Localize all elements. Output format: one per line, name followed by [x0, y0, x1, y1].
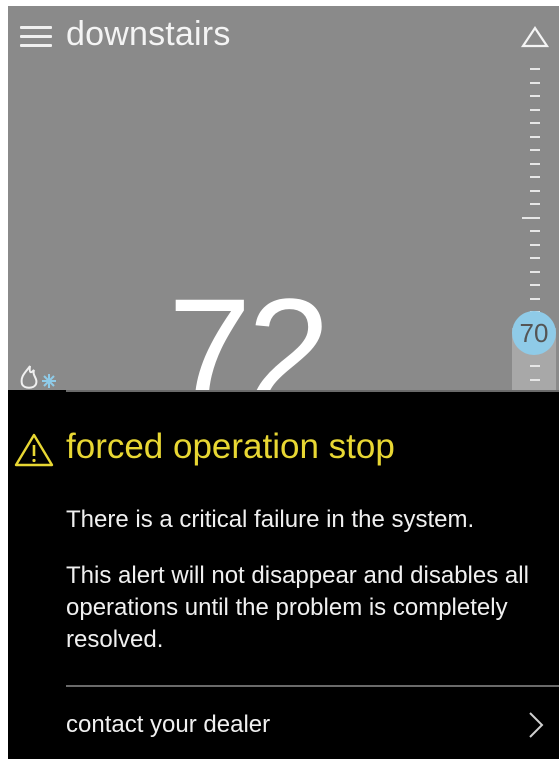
scale-tick — [530, 95, 540, 97]
scale-tick — [530, 122, 540, 124]
scale-tick — [530, 230, 540, 232]
setpoint-bubble[interactable]: 70 — [512, 311, 556, 355]
divider — [66, 390, 559, 392]
alert-message-secondary: This alert will not disappear and disabl… — [66, 562, 529, 653]
scale-tick — [530, 378, 540, 381]
up-triangle-icon[interactable] — [520, 22, 550, 52]
scale-tick — [522, 216, 540, 219]
scale-tick — [530, 149, 540, 151]
alert-panel: forced operation stop There is a critica… — [8, 390, 559, 759]
chevron-right-icon — [529, 712, 544, 738]
alert-message-primary: There is a critical failure in the syste… — [66, 506, 475, 533]
contact-dealer-label: contact your dealer — [66, 711, 271, 738]
scale-tick — [530, 176, 540, 178]
scale-tick — [530, 162, 540, 165]
thermostat-screen: downstairs 70 72 forced operation stop T… — [8, 6, 559, 759]
scale-tick — [530, 189, 540, 192]
contact-dealer-button[interactable]: contact your dealer — [8, 687, 559, 759]
scale-tick — [530, 203, 540, 205]
warning-triangle-icon — [14, 433, 54, 467]
scale-tick — [530, 108, 540, 111]
scale-tick — [530, 135, 540, 138]
heat-cool-mode-icon[interactable] — [16, 362, 64, 390]
scale-tick — [530, 284, 540, 286]
scale-tick — [530, 297, 540, 300]
scale-tick — [530, 257, 540, 259]
scale-tick — [530, 81, 540, 84]
alert-title: forced operation stop — [66, 427, 395, 466]
scale-tick — [530, 365, 540, 367]
scale-tick — [530, 68, 540, 70]
hamburger-menu-icon[interactable] — [20, 26, 52, 48]
scale-tick — [530, 243, 540, 246]
zone-title: downstairs — [66, 15, 231, 53]
scale-tick — [530, 270, 540, 273]
